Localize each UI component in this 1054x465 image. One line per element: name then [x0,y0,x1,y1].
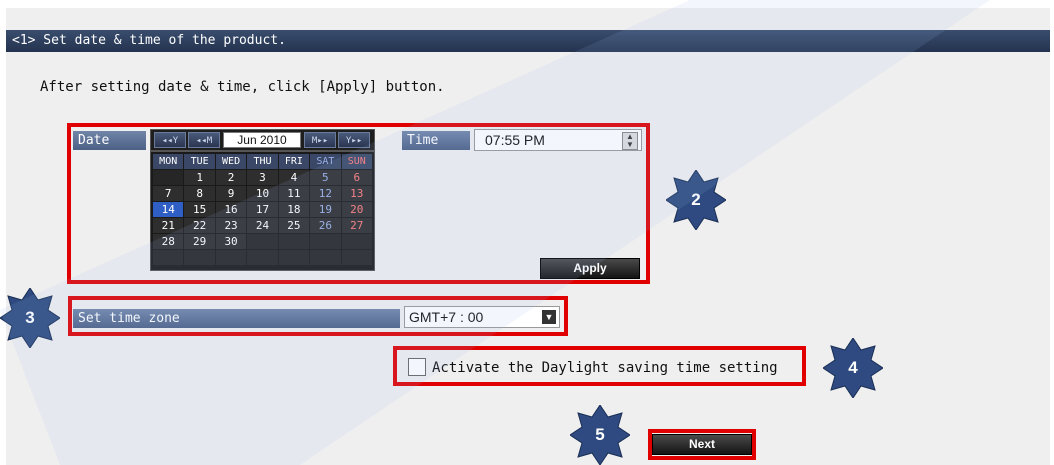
section-title-bar: <1> Set date & time of the product. [6,30,1050,52]
highlight-box-dst [393,346,806,386]
highlight-box-timezone [68,296,568,336]
highlight-box-next [648,429,756,460]
callout-badge-3: 3 [0,288,60,348]
callout-badge-2: 2 [666,170,726,230]
instruction-text: After setting date & time, click [Apply]… [40,79,445,95]
highlight-box-datetime [67,123,650,284]
callout-badge-4: 4 [823,338,883,398]
callout-badge-5: 5 [570,405,630,465]
